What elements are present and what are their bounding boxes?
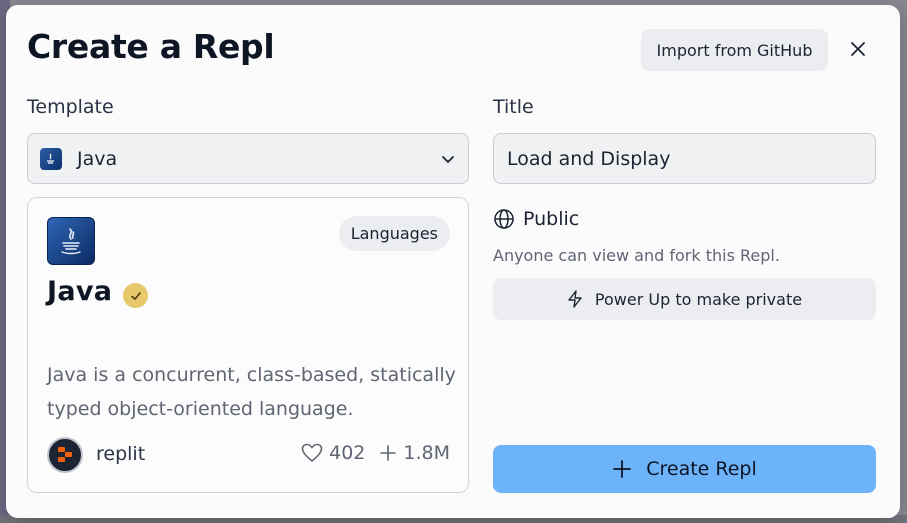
forks-stat: 1.8M <box>379 442 450 464</box>
visibility-description: Anyone can view and fork this Repl. <box>493 246 780 265</box>
visibility-label: Public <box>523 208 580 230</box>
plus-icon <box>613 460 632 478</box>
replit-logo-icon <box>58 447 72 462</box>
create-repl-label: Create Repl <box>646 458 757 480</box>
power-up-label: Power Up to make private <box>594 289 803 309</box>
forks-count: 1.8M <box>403 442 450 464</box>
create-repl-button[interactable]: Create Repl <box>493 445 876 493</box>
title-input[interactable] <box>493 133 876 184</box>
globe-icon <box>494 209 514 229</box>
close-button[interactable] <box>844 35 872 63</box>
create-repl-dialog: Create a Repl Import from GitHub Templat… <box>6 5 900 518</box>
java-icon <box>40 147 62 170</box>
heart-icon <box>301 443 323 462</box>
template-select-value: Java <box>77 147 118 170</box>
template-name: Java <box>47 276 113 307</box>
java-logo-icon <box>47 217 95 265</box>
verified-badge-icon <box>123 283 148 308</box>
category-tag[interactable]: Languages <box>338 216 450 251</box>
author-name[interactable]: replit <box>96 443 145 465</box>
author-avatar[interactable] <box>47 437 83 473</box>
template-label: Template <box>27 96 114 118</box>
template-card: Languages Java Java is a concurrent, cla… <box>27 197 469 493</box>
chevron-down-icon <box>442 155 454 163</box>
likes-stat[interactable]: 402 <box>301 442 365 464</box>
import-from-github-button[interactable]: Import from GitHub <box>641 29 828 71</box>
template-description: Java is a concurrent, class-based, stati… <box>47 364 456 420</box>
power-up-button[interactable]: Power Up to make private <box>493 278 876 320</box>
close-icon <box>851 42 865 56</box>
likes-count: 402 <box>329 442 366 464</box>
template-select[interactable]: Java <box>27 133 469 184</box>
visibility-row: Public <box>493 208 579 230</box>
lightning-icon <box>568 290 582 308</box>
dialog-title: Create a Repl <box>27 27 275 66</box>
title-label: Title <box>493 96 534 118</box>
plus-icon <box>380 445 397 461</box>
template-stats: 402 1.8M <box>301 442 450 464</box>
